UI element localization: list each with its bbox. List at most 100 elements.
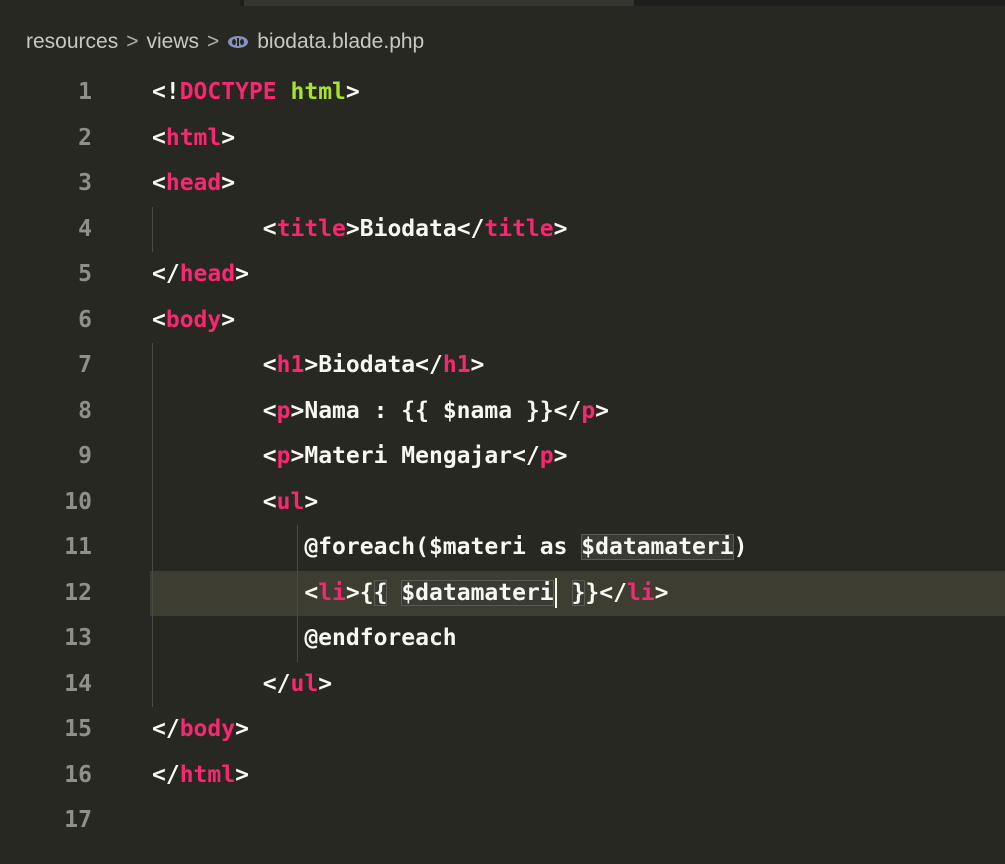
line-number[interactable]: 3 xyxy=(0,161,92,207)
code-content: <ul> xyxy=(152,480,318,526)
token-punctuation: </ xyxy=(553,397,582,424)
line-number[interactable]: 12 xyxy=(0,571,92,617)
token-text: ) xyxy=(733,534,748,560)
token-punctuation: > xyxy=(553,443,568,469)
line-number[interactable]: 7 xyxy=(0,343,92,389)
code-line[interactable]: 8 <p>Nama : {{ $nama }}</p> xyxy=(0,388,1005,435)
token-tag: body xyxy=(179,716,236,742)
token-tag: title xyxy=(276,215,346,242)
token-punctuation: > xyxy=(221,306,236,333)
token-punctuation: > xyxy=(595,397,610,424)
blade-file-icon xyxy=(227,35,249,49)
token-text: Materi Mengajar xyxy=(304,443,513,469)
text-cursor xyxy=(554,578,557,608)
code-editor[interactable]: resources > views > biodata.blade.php 1 … xyxy=(0,0,1005,864)
token-punctuation: </ xyxy=(152,761,180,788)
line-number[interactable]: 17 xyxy=(0,798,92,844)
token-text: @foreach($materi as xyxy=(304,534,582,560)
line-number[interactable]: 10 xyxy=(0,480,92,526)
token-punctuation: > xyxy=(290,443,305,469)
line-number[interactable]: 16 xyxy=(0,753,92,799)
code-content: <head> xyxy=(152,161,235,207)
token-text: Nama : {{ $nama }} xyxy=(304,397,554,424)
token-tag: h1 xyxy=(276,352,305,378)
line-number[interactable]: 5 xyxy=(0,252,92,298)
code-line[interactable]: 14 </ul> xyxy=(0,661,1005,708)
code-line[interactable]: 16 </html> xyxy=(0,753,1005,799)
tab-inactive[interactable] xyxy=(0,0,240,6)
token-punctuation: < xyxy=(262,397,277,424)
token-doctype: DOCTYPE xyxy=(179,79,277,105)
line-number[interactable]: 9 xyxy=(0,434,92,480)
line-number[interactable]: 15 xyxy=(0,707,92,753)
code-content: <!DOCTYPE html> xyxy=(152,70,360,116)
token-punctuation: > xyxy=(470,352,485,378)
token-brace-matched: { xyxy=(373,579,388,606)
code-line[interactable]: 15 </body> xyxy=(0,707,1005,753)
code-line[interactable]: 9 <p>Materi Mengajar</p> xyxy=(0,434,1005,480)
token-punctuation: <! xyxy=(152,79,180,105)
token-tag: html xyxy=(165,124,222,151)
code-content: <h1>Biodata</h1> xyxy=(152,343,485,389)
token-punctuation: > xyxy=(318,670,333,697)
token-punctuation: > xyxy=(221,170,236,196)
token-tag: html xyxy=(179,761,236,788)
token-text: @endforeach xyxy=(304,625,457,651)
token-punctuation: </ xyxy=(456,215,485,242)
token-punctuation: </ xyxy=(152,261,180,287)
code-content: </head> xyxy=(152,252,249,298)
code-content: </body> xyxy=(152,707,249,753)
code-line[interactable]: 13 @endforeach xyxy=(0,616,1005,662)
code-line[interactable]: 4 <title>Biodata</title> xyxy=(0,206,1005,253)
token-brace-matched: } xyxy=(571,579,586,606)
line-number[interactable]: 2 xyxy=(0,116,92,162)
token-tag: p xyxy=(539,443,554,469)
code-line[interactable]: 11 @foreach($materi as $datamateri) xyxy=(0,525,1005,571)
token-tag: ul xyxy=(290,670,319,697)
code-line[interactable]: 17 xyxy=(0,798,1005,844)
line-number[interactable]: 6 xyxy=(0,298,92,344)
breadcrumb-separator: > xyxy=(206,30,220,53)
code-lines[interactable]: 1 <!DOCTYPE html> 2 <html> 3 <head> 4 <t… xyxy=(0,70,1005,844)
line-number[interactable]: 13 xyxy=(0,616,92,662)
token-tag: head xyxy=(179,261,236,287)
line-number[interactable]: 11 xyxy=(0,525,92,571)
token-punctuation: < xyxy=(262,443,277,469)
code-line[interactable]: 3 <head> xyxy=(0,161,1005,207)
breadcrumb-folder-resources[interactable]: resources xyxy=(26,30,118,54)
line-number[interactable]: 4 xyxy=(0,207,92,253)
tab-active[interactable] xyxy=(244,0,634,6)
code-line[interactable]: 7 <h1>Biodata</h1> xyxy=(0,343,1005,389)
code-line[interactable]: 6 <body> xyxy=(0,298,1005,344)
code-line[interactable]: 2 <html> xyxy=(0,116,1005,162)
line-number[interactable]: 14 xyxy=(0,662,92,708)
code-line[interactable]: 10 <ul> xyxy=(0,479,1005,526)
line-number[interactable]: 1 xyxy=(0,70,92,116)
code-line[interactable]: 1 <!DOCTYPE html> xyxy=(0,70,1005,116)
code-content: @endforeach xyxy=(152,616,457,662)
token-highlighted-word: $datamateri xyxy=(401,579,554,606)
code-content: <html> xyxy=(152,116,235,162)
code-content: <body> xyxy=(152,298,235,344)
code-content: <li>{{ $datamateri }}</li> xyxy=(152,571,669,617)
token-punctuation: > xyxy=(235,716,249,742)
code-content: <title>Biodata</title> xyxy=(152,207,568,253)
code-content: <p>Materi Mengajar</p> xyxy=(152,434,568,480)
token-tag: p xyxy=(276,397,291,424)
token-punctuation: </ xyxy=(152,716,180,742)
line-number[interactable]: 8 xyxy=(0,389,92,435)
code-line[interactable]: 5 </head> xyxy=(0,252,1005,298)
code-line-current[interactable]: 12 <li>{{ $datamateri }}</li> xyxy=(0,570,1005,617)
token-punctuation: > xyxy=(345,215,360,242)
breadcrumb-folder-views[interactable]: views xyxy=(146,30,199,54)
breadcrumb-file[interactable]: biodata.blade.php xyxy=(257,30,424,54)
token-punctuation: </ xyxy=(415,352,443,378)
token-highlighted-word: $datamateri xyxy=(581,534,734,560)
